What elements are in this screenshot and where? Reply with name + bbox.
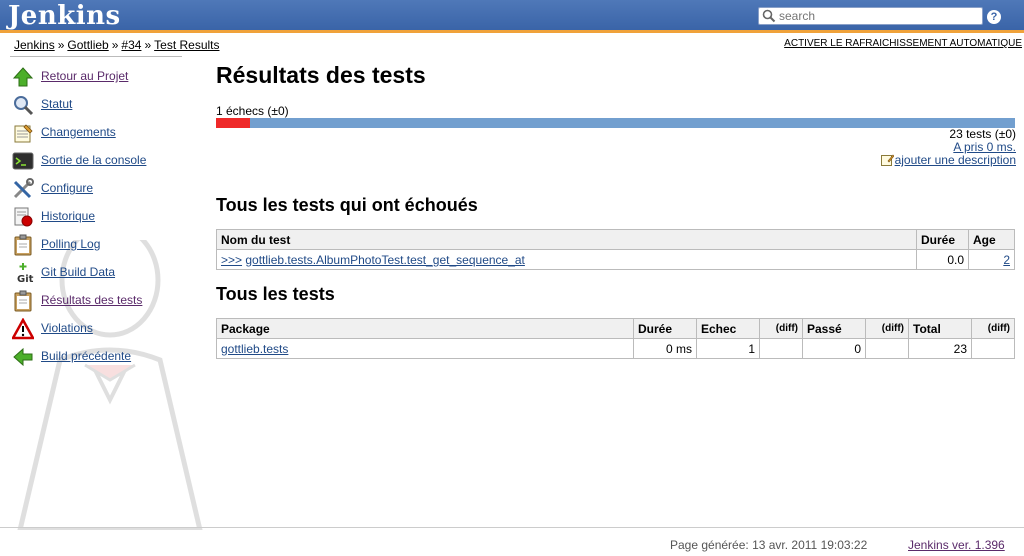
column-header[interactable]: Total bbox=[908, 318, 972, 339]
sidebar-item-violations[interactable]: Violations bbox=[10, 316, 200, 344]
breadcrumb-separator: » bbox=[57, 38, 65, 52]
column-header[interactable]: Echec bbox=[696, 318, 760, 339]
column-header[interactable]: Durée bbox=[633, 318, 697, 339]
fail-cell: 1 bbox=[696, 338, 760, 359]
breadcrumb: Jenkins» Gottlieb» #34» Test Results bbox=[14, 38, 220, 52]
test-summary: 23 tests (±0) A pris 0 ms. ajouter une d… bbox=[880, 128, 1016, 167]
breadcrumb-separator: » bbox=[144, 38, 152, 52]
sidebar-item-label[interactable]: Retour au Projet bbox=[41, 69, 128, 83]
help-icon[interactable]: ? bbox=[987, 10, 1001, 24]
notepad-icon bbox=[14, 124, 33, 143]
failed-tests-table: Nom du test Durée Age >>> gottlieb.tests… bbox=[216, 229, 1015, 270]
column-header[interactable]: Package bbox=[216, 318, 634, 339]
tools-icon bbox=[13, 178, 34, 199]
search-box[interactable] bbox=[758, 7, 983, 25]
all-tests-table: Package Durée Echec (diff) Passé (diff) … bbox=[216, 318, 1015, 359]
column-header[interactable]: (diff) bbox=[971, 318, 1015, 339]
table-row: >>> gottlieb.tests.AlbumPhotoTest.test_g… bbox=[216, 249, 1015, 270]
main-panel: Résultats des tests 1 échecs (±0) 23 tes… bbox=[216, 62, 1016, 359]
column-header[interactable]: (diff) bbox=[865, 318, 909, 339]
sidebar-item-history[interactable]: Historique bbox=[10, 204, 200, 232]
breadcrumb-test-results[interactable]: Test Results bbox=[154, 38, 219, 52]
sidebar-item-back-to-project[interactable]: Retour au Projet bbox=[10, 64, 200, 92]
test-result-bar-fail bbox=[216, 118, 251, 128]
sidebar-item-label[interactable]: Résultats des tests bbox=[41, 293, 142, 307]
warning-icon bbox=[12, 318, 34, 340]
sidebar-item-label[interactable]: Configure bbox=[41, 181, 93, 195]
sidebar-item-status[interactable]: Statut bbox=[10, 92, 200, 120]
pass-cell: 0 bbox=[802, 338, 866, 359]
total-cell: 23 bbox=[908, 338, 972, 359]
failed-tests-heading: Tous les tests qui ont échoués bbox=[216, 195, 478, 215]
add-description[interactable]: ajouter une description bbox=[880, 153, 1016, 167]
sidebar-item-label[interactable]: Polling Log bbox=[41, 237, 100, 251]
table-row: gottlieb.tests 0 ms 1 0 23 bbox=[216, 338, 1015, 359]
svg-text:Git: Git bbox=[17, 274, 34, 284]
add-description-link[interactable]: ajouter une description bbox=[895, 153, 1016, 167]
age-cell: 2 bbox=[968, 249, 1015, 270]
package-link[interactable]: gottlieb.tests bbox=[221, 342, 288, 356]
breadcrumb-separator: » bbox=[111, 38, 119, 52]
breadcrumb-build[interactable]: #34 bbox=[121, 38, 141, 52]
age-link[interactable]: 2 bbox=[1003, 253, 1010, 267]
column-header[interactable]: Passé bbox=[802, 318, 866, 339]
up-arrow-icon bbox=[12, 67, 34, 87]
fail-count: 1 échecs (±0) bbox=[216, 104, 289, 118]
sidebar-item-label[interactable]: Changements bbox=[41, 125, 116, 139]
fail-diff-cell bbox=[759, 338, 803, 359]
jenkins-logo[interactable]: Jenkins bbox=[8, 1, 121, 31]
duration-link[interactable]: A pris 0 ms. bbox=[953, 140, 1016, 154]
column-header[interactable]: Durée bbox=[916, 229, 969, 250]
sidebar-item-changes[interactable]: Changements bbox=[10, 120, 200, 148]
git-icon: Git bbox=[17, 263, 34, 284]
terminal-icon bbox=[12, 152, 34, 170]
sidebar-item-console[interactable]: Sortie de la console bbox=[10, 148, 200, 176]
package-cell: gottlieb.tests bbox=[216, 338, 634, 359]
sidebar-item-label[interactable]: Violations bbox=[41, 321, 93, 335]
sidebar-item-previous-build[interactable]: Build précédente bbox=[10, 344, 200, 372]
edit-icon bbox=[880, 154, 894, 166]
clipboard-icon bbox=[14, 290, 32, 312]
page-title: Résultats des tests bbox=[216, 62, 426, 88]
left-arrow-icon bbox=[13, 347, 33, 367]
all-tests-heading: Tous les tests bbox=[216, 284, 335, 304]
column-header[interactable]: Age bbox=[968, 229, 1015, 250]
sidebar-item-label[interactable]: Historique bbox=[41, 209, 95, 223]
page-generated-text: Page générée: 13 avr. 2011 19:03:22 bbox=[670, 538, 868, 552]
search-icon bbox=[762, 9, 776, 23]
footer-divider bbox=[0, 527, 1024, 528]
sidebar-item-configure[interactable]: Configure bbox=[10, 176, 200, 204]
header-bar: Jenkins ? bbox=[0, 0, 1024, 33]
magnifier-icon bbox=[14, 96, 34, 116]
sidebar-item-git-build-data[interactable]: Git Git Build Data bbox=[10, 260, 200, 288]
history-icon bbox=[14, 207, 33, 227]
test-result-bar bbox=[216, 118, 1015, 128]
test-name-cell: >>> gottlieb.tests.AlbumPhotoTest.test_g… bbox=[216, 249, 917, 270]
breadcrumb-divider bbox=[10, 56, 182, 57]
duration-cell: 0 ms bbox=[633, 338, 697, 359]
sidebar-item-label[interactable]: Git Build Data bbox=[41, 265, 115, 279]
expand-link[interactable]: >>> bbox=[221, 253, 242, 267]
sidebar-item-polling-log[interactable]: Polling Log bbox=[10, 232, 200, 260]
total-diff-cell bbox=[971, 338, 1015, 359]
pass-diff-cell bbox=[865, 338, 909, 359]
sidebar: Retour au Projet Statut Changements Sort… bbox=[10, 64, 200, 372]
auto-refresh-link[interactable]: ACTIVER LE RAFRAICHISSEMENT AUTOMATIQUE bbox=[784, 38, 1022, 49]
breadcrumb-jenkins[interactable]: Jenkins bbox=[14, 38, 55, 52]
search-input[interactable] bbox=[779, 8, 979, 24]
jenkins-version-link[interactable]: Jenkins ver. 1.396 bbox=[908, 538, 1005, 552]
clipboard-icon bbox=[14, 234, 32, 256]
column-header[interactable]: Nom du test bbox=[216, 229, 917, 250]
sidebar-item-label[interactable]: Statut bbox=[41, 97, 72, 111]
sidebar-item-label[interactable]: Sortie de la console bbox=[41, 153, 146, 167]
sidebar-item-test-results[interactable]: Résultats des tests bbox=[10, 288, 200, 316]
sidebar-item-label[interactable]: Build précédente bbox=[41, 349, 131, 363]
duration-cell: 0.0 bbox=[916, 249, 969, 270]
column-header[interactable]: (diff) bbox=[759, 318, 803, 339]
test-name-link[interactable]: gottlieb.tests.AlbumPhotoTest.test_get_s… bbox=[245, 253, 525, 267]
breadcrumb-gottlieb[interactable]: Gottlieb bbox=[67, 38, 108, 52]
